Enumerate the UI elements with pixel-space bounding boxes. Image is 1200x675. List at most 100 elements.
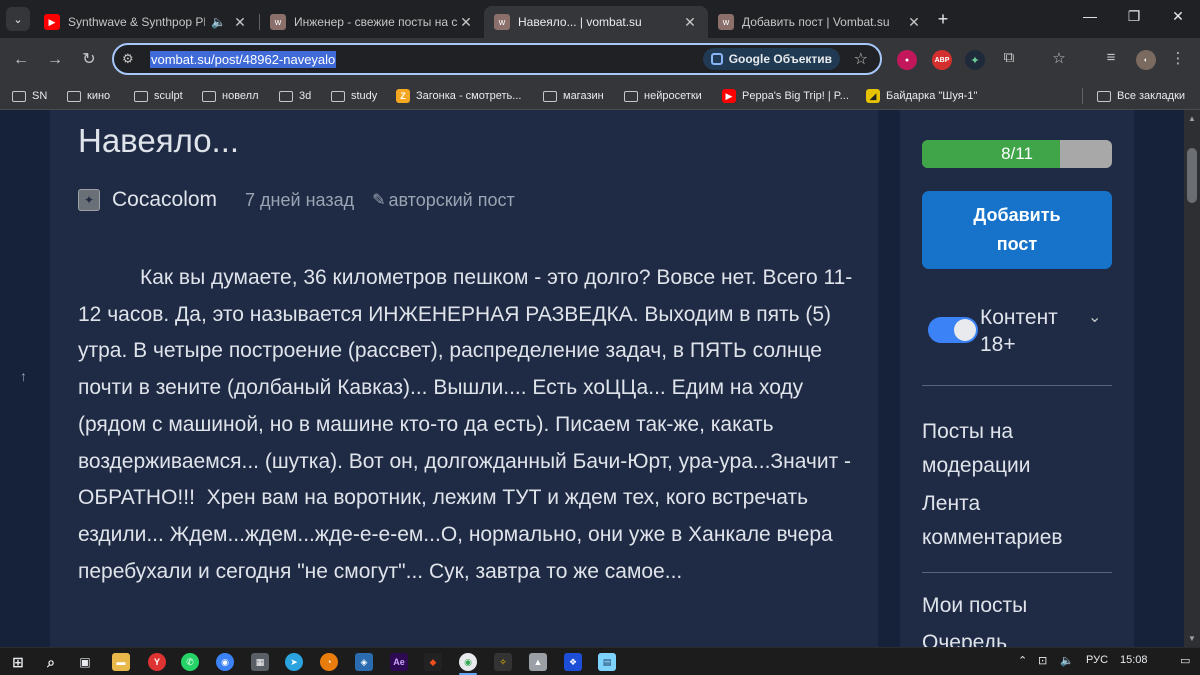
tab-search-button[interactable]: ⌄: [6, 7, 30, 31]
app-icon[interactable]: ◈: [355, 653, 373, 671]
close-icon[interactable]: ✕: [232, 14, 248, 31]
pencil-icon: ✎: [372, 192, 386, 209]
yandex-browser-icon[interactable]: Y: [148, 653, 166, 671]
scroll-to-top-arrow-icon[interactable]: ↑: [20, 368, 27, 384]
bookmark-folder[interactable]: кино: [67, 87, 110, 105]
adult-content-label: Контент 18+: [980, 306, 1058, 356]
address-bar[interactable]: ⚙ vombat.su/post/48962-naveyalo Google О…: [112, 43, 882, 75]
language-indicator[interactable]: РУС: [1086, 654, 1108, 666]
whatsapp-icon[interactable]: ✆: [181, 653, 199, 671]
app-icon[interactable]: ❖: [564, 653, 582, 671]
adblock-plus-icon[interactable]: ABP: [932, 50, 952, 70]
chevron-down-icon: ⌄: [13, 13, 23, 26]
google-lens-button[interactable]: Google Объектив: [702, 48, 840, 70]
folder-icon: [67, 90, 81, 102]
close-icon[interactable]: ✕: [682, 14, 698, 31]
bookmark-folder[interactable]: study: [331, 87, 377, 105]
close-icon[interactable]: ✕: [906, 14, 922, 31]
bookmark-folder[interactable]: SN: [12, 87, 47, 105]
bookmark-folder[interactable]: нейросетки: [624, 87, 702, 105]
tray-expand-icon[interactable]: ⌃: [1018, 654, 1027, 667]
minimize-button[interactable]: —: [1078, 8, 1102, 24]
profile-avatar[interactable]: ◐: [1136, 50, 1156, 70]
tab-synthwave[interactable]: ▶ Synthwave & Synthpop PLE 🔈 ✕: [34, 6, 258, 38]
close-window-button[interactable]: ✕: [1166, 8, 1190, 25]
bookmark-link[interactable]: ◢ Байдарка "Шуя-1": [866, 87, 977, 105]
after-effects-icon[interactable]: Ae: [390, 653, 408, 671]
sidebar-link-comments[interactable]: Лента комментариев: [922, 487, 1122, 555]
folder-icon: [279, 90, 293, 102]
post-meta: ✦ Cocacolom 7 дней назад ✎ авторский пос…: [78, 186, 515, 214]
adult-content-toggle[interactable]: [928, 317, 978, 343]
bookmark-link[interactable]: Z Загонка - смотреть...: [396, 87, 521, 105]
new-tab-button[interactable]: +: [932, 9, 954, 30]
sidebar-link-my-posts[interactable]: Мои посты: [922, 589, 1122, 623]
windows-start-icon[interactable]: ⊞: [9, 653, 27, 671]
notifications-icon[interactable]: ▭: [1180, 654, 1190, 667]
sidebar-link-moderation[interactable]: Посты на модерации: [922, 415, 1122, 483]
bookmark-star-icon[interactable]: ☆: [854, 49, 868, 69]
scroll-down-arrow-icon[interactable]: ▼: [1184, 634, 1200, 643]
file-explorer-icon[interactable]: ▬: [112, 653, 130, 671]
sidebar-divider: [922, 572, 1112, 573]
zagonka-icon: Z: [396, 89, 410, 103]
tab-naveyalo[interactable]: w Навеяло... | vombat.su ✕: [484, 6, 708, 38]
close-icon[interactable]: ✕: [458, 14, 474, 31]
volume-icon[interactable]: 🔈: [1060, 654, 1074, 667]
forward-button[interactable]: →: [44, 49, 66, 71]
app-icon[interactable]: ✧: [494, 653, 512, 671]
image-viewer-icon[interactable]: ▲: [529, 653, 547, 671]
post-date: 7 дней назад: [245, 189, 355, 210]
author-avatar[interactable]: ✦: [78, 189, 100, 211]
scroll-up-arrow-icon[interactable]: ▲: [1184, 114, 1200, 123]
calculator-icon[interactable]: ▦: [251, 653, 269, 671]
extensions-puzzle-icon[interactable]: ⧉: [999, 49, 1019, 66]
bookmarks-separator: [1082, 88, 1083, 104]
folder-icon: [202, 90, 216, 102]
record-extension-icon[interactable]: ●: [897, 50, 917, 70]
tab-title: Добавить пост | Vombat.su: [742, 15, 890, 29]
blender-icon[interactable]: ◔: [320, 653, 338, 671]
color-extension-icon[interactable]: ✦: [965, 50, 985, 70]
network-icon[interactable]: ⊡: [1038, 654, 1047, 667]
bookmark-link[interactable]: ▶ Peppa's Big Trip! | P...: [722, 87, 849, 105]
clock[interactable]: 15:08: [1120, 654, 1148, 666]
media-control-icon[interactable]: ≡: [1101, 49, 1121, 66]
bookmark-folder[interactable]: sculpt: [134, 87, 183, 105]
sidebar: 8/11 Добавить пост Контент 18+ ⌄ Посты н…: [900, 110, 1134, 647]
site-info-icon[interactable]: ⚙: [122, 51, 144, 67]
chevron-down-icon[interactable]: ⌄: [1088, 307, 1101, 327]
bookmarks-star-icon[interactable]: ☆: [1049, 49, 1069, 67]
chrome-icon[interactable]: ◉: [459, 653, 477, 671]
arrow-right-icon: →: [47, 51, 63, 68]
wombat-icon: w: [494, 14, 510, 30]
more-menu-icon[interactable]: ⋮: [1168, 49, 1188, 67]
search-icon[interactable]: ⌕: [42, 653, 60, 671]
bookmark-folder[interactable]: 3d: [279, 87, 311, 105]
tab-title: Навеяло... | vombat.su: [518, 15, 642, 29]
author-name[interactable]: Cocacolom: [112, 188, 217, 212]
notepad-icon[interactable]: ▤: [598, 653, 616, 671]
lens-label: Google Объектив: [728, 52, 832, 66]
tab-engineer[interactable]: w Инженер - свежие посты на с ✕: [260, 6, 484, 38]
speaker-icon[interactable]: 🔈: [211, 15, 226, 29]
scrollbar-thumb[interactable]: [1187, 148, 1197, 203]
tab-add-post[interactable]: w Добавить пост | Vombat.su ✕: [708, 6, 932, 38]
telegram-icon[interactable]: ➤: [285, 653, 303, 671]
sidebar-divider: [922, 385, 1112, 386]
tab-title: Инженер - свежие посты на с: [294, 15, 458, 29]
bookmark-folder[interactable]: магазин: [543, 87, 604, 105]
browser-app-icon[interactable]: ◉: [216, 653, 234, 671]
sidebar-link-queue[interactable]: Очередь: [922, 626, 1122, 647]
folder-icon: [12, 90, 26, 102]
bookmark-folder[interactable]: новелл: [202, 87, 259, 105]
reload-button[interactable]: ↻: [78, 49, 100, 71]
url-text[interactable]: vombat.su/post/48962-naveyalo: [150, 50, 337, 68]
figma-icon[interactable]: ◆: [424, 653, 442, 671]
all-bookmarks[interactable]: Все закладки: [1097, 87, 1185, 105]
task-view-icon[interactable]: ▣: [76, 653, 94, 671]
page-scrollbar[interactable]: ▲ ▼: [1184, 110, 1200, 647]
maximize-button[interactable]: ❐: [1122, 8, 1146, 25]
add-post-button[interactable]: Добавить пост: [922, 191, 1112, 269]
back-button[interactable]: ←: [10, 49, 32, 71]
